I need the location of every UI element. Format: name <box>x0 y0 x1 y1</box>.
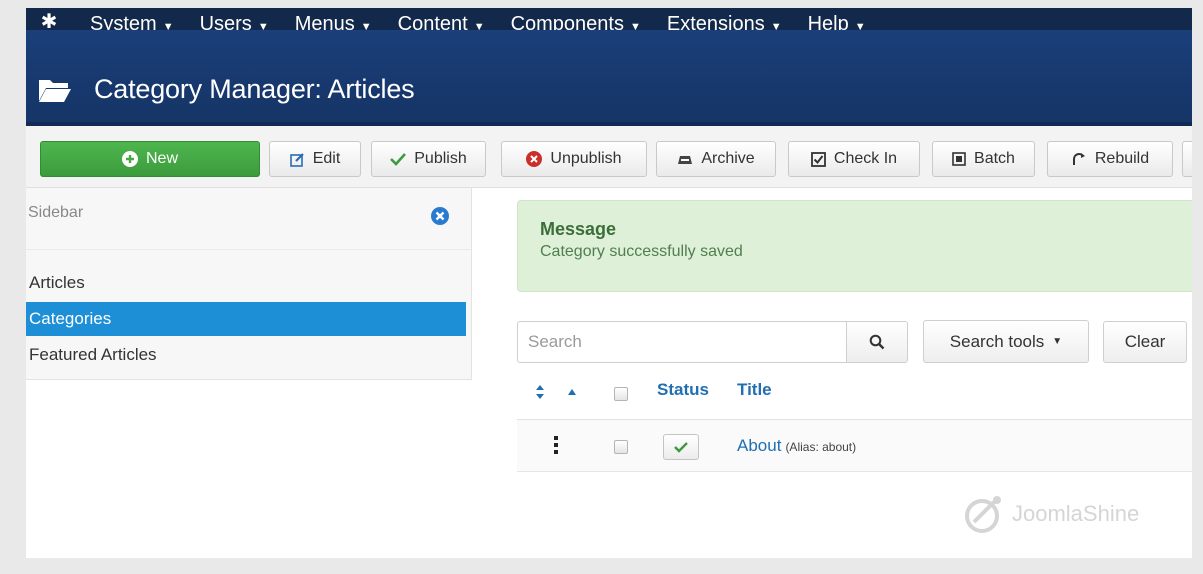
status-toggle-button[interactable] <box>663 434 699 460</box>
rebuild-button[interactable]: Rebuild <box>1047 141 1173 177</box>
publish-button[interactable]: Publish <box>371 141 486 177</box>
page-title: Category Manager: Articles <box>94 74 415 104</box>
menu-users[interactable]: Users ▼ <box>200 14 269 30</box>
plus-circle-icon <box>121 151 138 167</box>
menu-components[interactable]: Components ▼ <box>511 14 641 30</box>
table-header: Status Title <box>517 368 1192 420</box>
caret-down-icon: ▼ <box>1052 336 1063 347</box>
menu-system[interactable]: System ▼ <box>90 14 174 30</box>
unpublish-button[interactable]: Unpublish <box>501 141 647 177</box>
new-button[interactable]: New <box>40 141 260 177</box>
archive-icon <box>677 153 693 165</box>
clear-button[interactable]: Clear <box>1103 321 1187 363</box>
search-input[interactable] <box>517 321 848 363</box>
row-checkbox[interactable] <box>614 440 628 454</box>
check-in-button[interactable]: Check In <box>788 141 920 177</box>
sidebar: Sidebar Articles Categories Featured Art… <box>26 188 472 380</box>
page-header: Category Manager: Articles <box>26 30 1192 126</box>
close-sidebar-icon[interactable] <box>430 206 450 226</box>
folder-open-icon <box>39 79 71 102</box>
batch-icon <box>952 152 966 166</box>
menu-extensions[interactable]: Extensions ▼ <box>667 14 782 30</box>
menu-help[interactable]: Help ▼ <box>808 14 866 30</box>
batch-button[interactable]: Batch <box>932 141 1035 177</box>
edit-icon <box>289 152 305 167</box>
edit-button[interactable]: Edit <box>269 141 361 177</box>
x-circle-icon <box>526 151 543 167</box>
table-row: About (Alias: about) <box>517 420 1192 472</box>
published-check-icon <box>674 442 688 453</box>
status-column-header[interactable]: Status <box>657 380 709 400</box>
row-title: About (Alias: about) <box>737 436 856 456</box>
category-title-link[interactable]: About <box>737 436 781 455</box>
watermark-text: JoomlaShine <box>1012 501 1140 526</box>
toolbar: New Edit Publish Unpublish Archive Check… <box>26 126 1192 188</box>
admin-window: ✱ System ▼ Users ▼ Menus ▼ Content ▼ Compone… <box>26 8 1192 558</box>
menu-menus[interactable]: Menus ▼ <box>295 14 372 30</box>
drag-handle-icon[interactable] <box>554 436 558 454</box>
more-toolbar-button[interactable] <box>1182 141 1192 177</box>
menu-content[interactable]: Content ▼ <box>398 14 485 30</box>
sidebar-item-featured-articles[interactable]: Featured Articles <box>26 338 466 372</box>
search-icon <box>869 334 885 350</box>
watermark-logo: JoomlaShine <box>962 494 1139 534</box>
checkbox-icon <box>811 151 826 167</box>
search-button[interactable] <box>846 321 908 363</box>
row-alias: (Alias: about) <box>785 440 857 454</box>
joomlashine-logo-icon <box>965 496 1001 533</box>
sort-ordering-icon[interactable] <box>535 384 545 400</box>
sort-ascending-icon[interactable] <box>567 388 577 396</box>
select-all-checkbox[interactable] <box>614 387 628 401</box>
message-text: Category successfully saved <box>540 243 743 260</box>
joomla-logo-icon[interactable]: ✱ <box>34 8 64 30</box>
sidebar-item-articles[interactable]: Articles <box>26 266 466 300</box>
success-message: Message Category successfully saved <box>517 200 1192 292</box>
message-title: Message <box>540 219 617 239</box>
top-menu-bar: ✱ System ▼ Users ▼ Menus ▼ Content ▼ Compone… <box>26 8 1192 30</box>
sidebar-title: Sidebar <box>28 204 84 221</box>
archive-button[interactable]: Archive <box>656 141 776 177</box>
refresh-icon <box>1071 152 1087 166</box>
title-column-header[interactable]: Title <box>737 380 772 400</box>
check-icon <box>390 152 407 166</box>
sidebar-item-categories[interactable]: Categories <box>26 302 466 336</box>
search-tools-button[interactable]: Search tools ▼ <box>923 320 1089 363</box>
